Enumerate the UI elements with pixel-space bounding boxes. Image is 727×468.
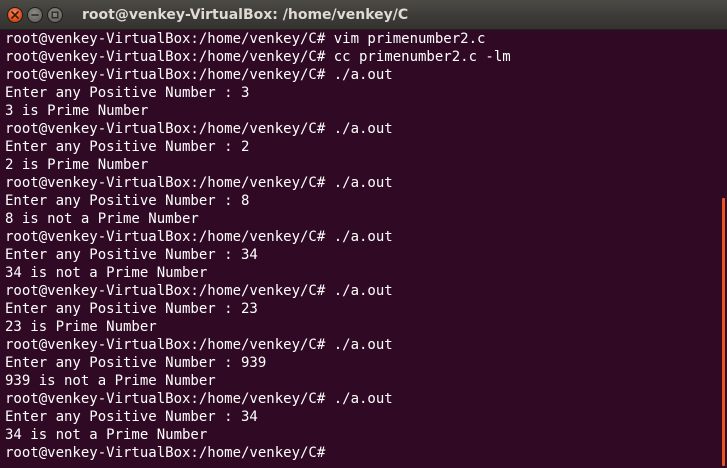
terminal-line: 34 is not a Prime Number	[5, 427, 208, 443]
minimize-button[interactable]	[27, 7, 43, 23]
terminal-line: root@venkey-VirtualBox:/home/venkey/C# c…	[5, 49, 511, 65]
terminal-line: 23 is Prime Number	[5, 319, 157, 335]
close-button[interactable]	[7, 7, 23, 23]
window-title: root@venkey-VirtualBox: /home/venkey/C	[82, 7, 409, 23]
terminal-line: root@venkey-VirtualBox:/home/venkey/C# .…	[5, 121, 393, 137]
terminal-line: 34 is not a Prime Number	[5, 265, 208, 281]
terminal-line: root@venkey-VirtualBox:/home/venkey/C# .…	[5, 67, 393, 83]
terminal-line: root@venkey-VirtualBox:/home/venkey/C# .…	[5, 229, 393, 245]
terminal-line: Enter any Positive Number : 3	[5, 85, 250, 101]
terminal-line: 3 is Prime Number	[5, 103, 149, 119]
window-controls	[7, 7, 63, 23]
scrollbar[interactable]	[721, 30, 727, 468]
terminal-line: root@venkey-VirtualBox:/home/venkey/C#	[5, 445, 334, 461]
terminal-line: root@venkey-VirtualBox:/home/venkey/C# .…	[5, 391, 393, 407]
minimize-icon	[31, 11, 39, 19]
terminal-output[interactable]: root@venkey-VirtualBox:/home/venkey/C# v…	[0, 30, 721, 468]
terminal-line: root@venkey-VirtualBox:/home/venkey/C# .…	[5, 175, 393, 191]
maximize-button[interactable]	[47, 7, 63, 23]
close-icon	[11, 11, 19, 19]
terminal-window: root@venkey-VirtualBox: /home/venkey/C r…	[0, 0, 727, 468]
terminal-line: Enter any Positive Number : 23	[5, 301, 258, 317]
terminal-line: 2 is Prime Number	[5, 157, 149, 173]
terminal-line: Enter any Positive Number : 939	[5, 355, 267, 371]
terminal-line: 8 is not a Prime Number	[5, 211, 199, 227]
title-bar[interactable]: root@venkey-VirtualBox: /home/venkey/C	[0, 0, 727, 30]
terminal-line: root@venkey-VirtualBox:/home/venkey/C# .…	[5, 337, 393, 353]
scrollbar-thumb[interactable]	[722, 198, 725, 466]
terminal-line: root@venkey-VirtualBox:/home/venkey/C# .…	[5, 283, 393, 299]
terminal-line: Enter any Positive Number : 8	[5, 193, 250, 209]
terminal-line: Enter any Positive Number : 2	[5, 139, 250, 155]
terminal-line: root@venkey-VirtualBox:/home/venkey/C# v…	[5, 31, 486, 47]
terminal-line: Enter any Positive Number : 34	[5, 247, 258, 263]
maximize-icon	[51, 11, 59, 19]
terminal-line: Enter any Positive Number : 34	[5, 409, 258, 425]
terminal-line: 939 is not a Prime Number	[5, 373, 216, 389]
